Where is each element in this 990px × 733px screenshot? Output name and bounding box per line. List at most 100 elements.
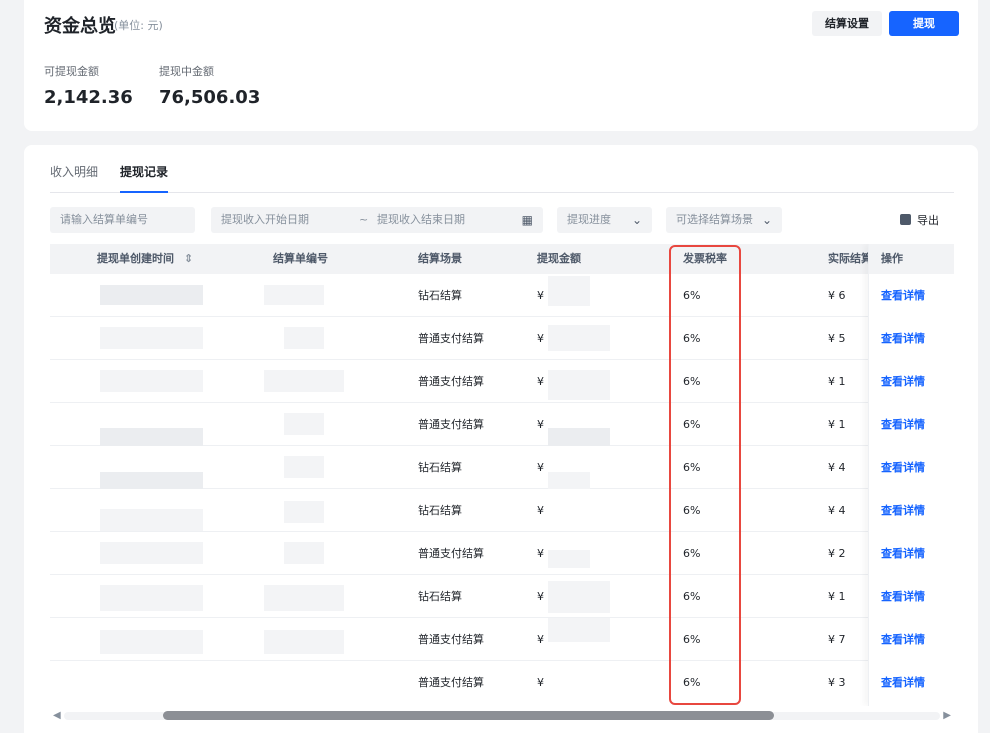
tax-rate-cell: 6% [683, 504, 701, 517]
redacted-cell [100, 285, 203, 305]
actual-cell: ¥ 1 [828, 590, 846, 603]
view-detail-link[interactable]: 查看详情 [881, 489, 925, 532]
amount-cell: ¥ [537, 289, 544, 302]
view-detail-link[interactable]: 查看详情 [881, 661, 925, 704]
amount-cell: ¥ [537, 547, 544, 560]
redacted-cell [548, 325, 610, 351]
header-amount: 提现金额 [537, 252, 581, 265]
scene-cell: 普通支付结算 [418, 676, 484, 689]
view-detail-link[interactable]: 查看详情 [881, 360, 925, 403]
table-row: 普通支付结算 ¥ 6% ¥ 1 [50, 360, 954, 403]
date-range-picker[interactable]: 提现收入开始日期 ~ 提现收入结束日期 ▦ [211, 207, 543, 233]
unit-label: (单位: 元) [114, 19, 163, 32]
redacted-cell [100, 630, 203, 654]
tab-withdraw-records[interactable]: 提现记录 [120, 163, 169, 193]
export-label: 导出 [917, 214, 939, 227]
settle-settings-button[interactable]: 结算设置 [812, 11, 882, 36]
scene-select[interactable]: 可选择结算场景 ⌄ [666, 207, 782, 233]
order-no-input[interactable]: 请输入结算单编号 [50, 207, 195, 233]
tax-rate-cell: 6% [683, 375, 701, 388]
view-detail-link[interactable]: 查看详情 [881, 403, 925, 446]
actual-cell: ¥ 5 [828, 332, 846, 345]
table-row: 普通支付结算 ¥ 6% ¥ 2 [50, 532, 954, 575]
redacted-cell [548, 618, 610, 642]
table-row: 钻石结算 ¥ 6% ¥ 4 [50, 489, 954, 532]
date-separator: ~ [359, 213, 369, 226]
start-date-input[interactable]: 提现收入开始日期 [221, 213, 309, 226]
tax-rate-cell: 6% [683, 633, 701, 646]
pending-amount-label: 提现中金额 [159, 65, 214, 78]
amount-cell: ¥ [537, 418, 544, 431]
tax-rate-cell: 6% [683, 461, 701, 474]
amount-cell: ¥ [537, 633, 544, 646]
actual-cell: ¥ 1 [828, 375, 846, 388]
table-header: 提现单创建时间 ⇕ 结算单编号 结算场景 提现金额 发票税率 实际结算 [50, 244, 954, 274]
progress-select-label: 提现进度 [567, 213, 611, 226]
redacted-cell [548, 428, 610, 446]
fund-overview-card: 资金总览 (单位: 元) 结算设置 提现 可提现金额 2,142.36 提现中金… [24, 0, 978, 131]
redacted-cell [264, 630, 344, 654]
redacted-cell [548, 550, 590, 568]
end-date-input[interactable]: 提现收入结束日期 [377, 207, 465, 233]
pending-amount-value: 76,506.03 [159, 87, 261, 108]
header-scene: 结算场景 [418, 252, 462, 265]
actual-cell: ¥ 6 [828, 289, 846, 302]
horizontal-scrollbar[interactable]: ◀ ▶ [50, 708, 954, 724]
export-icon [900, 214, 911, 225]
scene-cell: 普通支付结算 [418, 547, 484, 560]
tab-income-detail[interactable]: 收入明细 [50, 163, 98, 193]
actual-cell: ¥ 3 [828, 676, 846, 689]
scene-cell: 普通支付结算 [418, 418, 484, 431]
scene-cell: 普通支付结算 [418, 633, 484, 646]
view-detail-link[interactable]: 查看详情 [881, 317, 925, 360]
tax-rate-cell: 6% [683, 590, 701, 603]
redacted-cell [284, 413, 324, 435]
sort-icon[interactable]: ⇕ [184, 252, 193, 265]
table-row: 钻石结算 ¥ 6% ¥ 4 [50, 446, 954, 489]
progress-select[interactable]: 提现进度 ⌄ [557, 207, 652, 233]
header-created-time[interactable]: 提现单创建时间 ⇕ [97, 244, 193, 274]
amount-cell: ¥ [537, 504, 544, 517]
tax-rate-cell: 6% [683, 332, 701, 345]
table-row: 普通支付结算 ¥ 6% ¥ 1 [50, 403, 954, 446]
amount-cell: ¥ [537, 590, 544, 603]
tax-rate-cell: 6% [683, 289, 701, 302]
table-row: 钻石结算 ¥ 6% ¥ 6 [50, 274, 954, 317]
redacted-cell [284, 542, 324, 564]
calendar-icon[interactable]: ▦ [522, 207, 533, 233]
available-amount-label: 可提现金额 [44, 65, 99, 78]
scroll-left-icon[interactable]: ◀ [53, 710, 61, 721]
redacted-cell [100, 542, 203, 564]
scroll-right-icon[interactable]: ▶ [943, 710, 951, 721]
scene-cell: 钻石结算 [418, 289, 462, 302]
view-detail-link[interactable]: 查看详情 [881, 274, 925, 317]
view-detail-link[interactable]: 查看详情 [881, 575, 925, 618]
export-button[interactable]: 导出 [900, 212, 939, 228]
redacted-cell [100, 585, 203, 611]
view-detail-link[interactable]: 查看详情 [881, 532, 925, 575]
header-tax-rate: 发票税率 [683, 252, 727, 265]
tax-rate-cell: 6% [683, 418, 701, 431]
header-order-no: 结算单编号 [273, 252, 328, 265]
redacted-cell [548, 370, 610, 400]
redacted-cell [264, 585, 344, 611]
tax-rate-cell: 6% [683, 676, 701, 689]
redacted-cell [100, 472, 203, 489]
redacted-cell [100, 370, 203, 392]
records-card: 收入明细 提现记录 请输入结算单编号 提现收入开始日期 ~ 提现收入结束日期 ▦… [24, 145, 978, 733]
view-detail-link[interactable]: 查看详情 [881, 446, 925, 489]
scene-cell: 钻石结算 [418, 504, 462, 517]
scroll-thumb[interactable] [163, 711, 774, 720]
scene-select-label: 可选择结算场景 [676, 213, 753, 226]
actual-cell: ¥ 4 [828, 461, 846, 474]
table-row: 普通支付结算 ¥ 6% ¥ 5 [50, 317, 954, 360]
table-row: 普通支付结算 ¥ 6% ¥ 3 [50, 661, 954, 704]
withdraw-button[interactable]: 提现 [889, 11, 959, 36]
actual-cell: ¥ 4 [828, 504, 846, 517]
scene-cell: 普通支付结算 [418, 332, 484, 345]
view-detail-link[interactable]: 查看详情 [881, 618, 925, 661]
redacted-cell [284, 501, 324, 523]
redacted-cell [100, 327, 203, 349]
withdraw-records-table: 提现单创建时间 ⇕ 结算单编号 结算场景 提现金额 发票税率 实际结算 钻石结算… [50, 244, 954, 706]
scene-cell: 钻石结算 [418, 461, 462, 474]
